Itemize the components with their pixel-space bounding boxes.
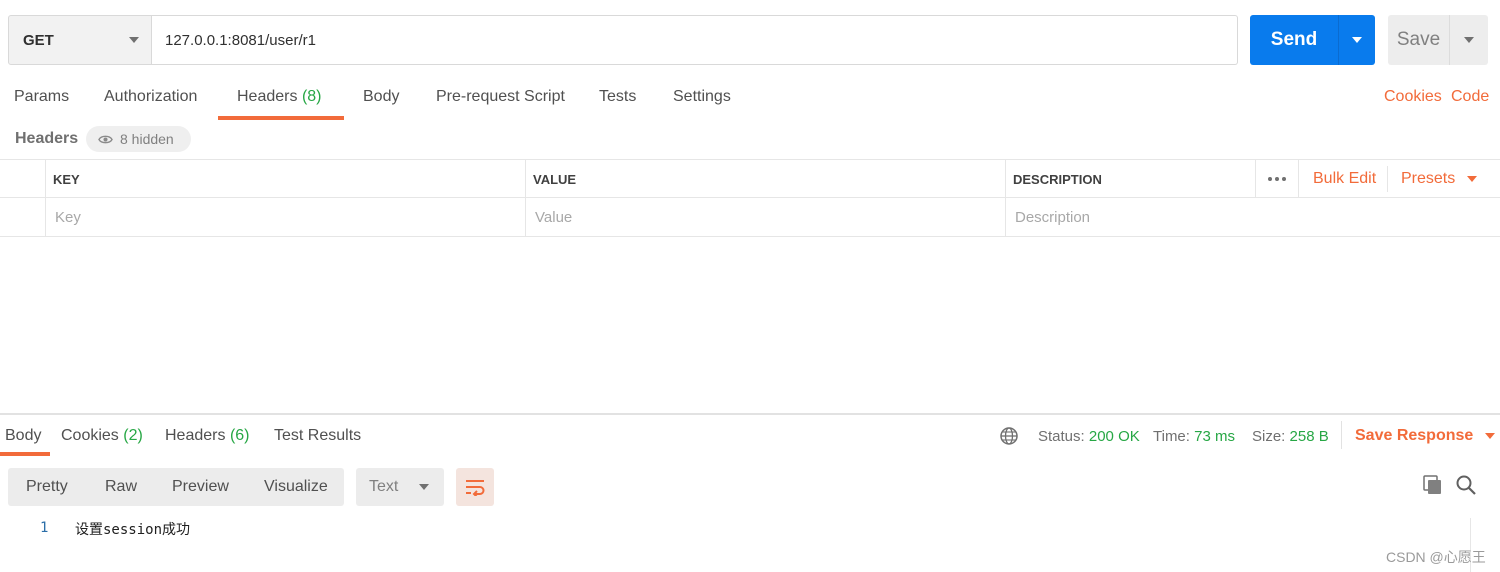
- tab-test-results[interactable]: Test Results: [274, 427, 361, 445]
- description-cell: [1005, 198, 1500, 236]
- wrap-lines-icon[interactable]: [456, 468, 494, 506]
- request-url-bar: GET: [8, 15, 1238, 65]
- table-header-row: KEY VALUE DESCRIPTION Bulk Edit Presets: [0, 159, 1500, 198]
- tab-pre-request-script[interactable]: Pre-request Script: [436, 88, 565, 106]
- tab-settings[interactable]: Settings: [673, 88, 731, 106]
- presets-label: Presets: [1401, 170, 1456, 187]
- line-number: 1: [40, 520, 49, 536]
- language-label: Text: [369, 478, 399, 495]
- url-input[interactable]: [152, 15, 1238, 65]
- tab-label: Body: [5, 427, 42, 444]
- value-input[interactable]: [533, 208, 1006, 226]
- key-input[interactable]: [53, 208, 526, 226]
- active-tab-indicator: [0, 452, 50, 456]
- value-cell: [525, 198, 1006, 236]
- save-button[interactable]: Save: [1388, 15, 1449, 65]
- chevron-down-icon: [129, 37, 139, 43]
- status-label: Status:: [1038, 428, 1085, 445]
- tab-label: Body: [363, 88, 400, 105]
- format-pretty[interactable]: Pretty: [8, 468, 88, 506]
- hidden-headers-toggle[interactable]: 8 hidden: [86, 126, 191, 152]
- column-header-key: KEY: [45, 160, 526, 198]
- request-tabs: Params Authorization Headers (8) Body Pr…: [0, 78, 1500, 120]
- send-options-button[interactable]: [1338, 15, 1375, 65]
- bulk-edit-button[interactable]: Bulk Edit: [1313, 170, 1376, 188]
- divider: [1341, 421, 1342, 449]
- chevron-down-icon: [1352, 37, 1362, 43]
- response-tabs: Body Cookies (2) Headers (6) Test Result…: [0, 415, 1500, 457]
- code-link[interactable]: Code: [1451, 88, 1489, 106]
- tab-response-headers[interactable]: Headers (6): [165, 427, 250, 445]
- format-preview[interactable]: Preview: [152, 468, 244, 506]
- method-label: GET: [23, 31, 54, 49]
- chevron-down-icon: [419, 484, 429, 490]
- cookies-link[interactable]: Cookies: [1384, 88, 1442, 106]
- tab-label: Settings: [673, 88, 731, 105]
- size-value: 258 B: [1289, 428, 1329, 445]
- tab-count: (2): [123, 427, 143, 444]
- format-raw[interactable]: Raw: [88, 468, 152, 506]
- more-icon[interactable]: [1255, 160, 1299, 198]
- language-select[interactable]: Text: [356, 468, 444, 506]
- column-header-value: VALUE: [525, 160, 1006, 198]
- tab-headers[interactable]: Headers (8): [237, 88, 322, 106]
- save-button-group: Save: [1388, 15, 1488, 65]
- save-response-label: Save Response: [1355, 427, 1474, 444]
- watermark: CSDN @心愿王: [1386, 549, 1486, 565]
- eye-icon: [98, 134, 113, 145]
- response-status: Status: 200 OK: [1038, 428, 1140, 445]
- hidden-headers-count: 8 hidden: [120, 131, 174, 147]
- response-body-line: 设置session成功: [75, 522, 191, 538]
- format-mode-tabs: Pretty Raw Preview Visualize: [8, 468, 344, 506]
- method-select[interactable]: GET: [8, 15, 152, 65]
- response-size: Size: 258 B: [1252, 428, 1329, 445]
- headers-table: KEY VALUE DESCRIPTION Bulk Edit Presets: [0, 159, 1500, 237]
- tab-tests[interactable]: Tests: [599, 88, 636, 106]
- chevron-down-icon: [1464, 37, 1474, 43]
- save-response-button[interactable]: Save Response: [1355, 427, 1496, 445]
- search-icon[interactable]: [1455, 474, 1477, 496]
- divider: [1387, 166, 1388, 192]
- tab-label: Params: [14, 88, 70, 105]
- active-tab-indicator: [218, 116, 344, 120]
- presets-dropdown[interactable]: Presets: [1401, 170, 1478, 188]
- save-options-button[interactable]: [1449, 15, 1488, 65]
- globe-icon[interactable]: [999, 426, 1019, 446]
- tab-authorization[interactable]: Authorization: [104, 88, 197, 106]
- status-value: 200 OK: [1088, 428, 1140, 445]
- copy-icon[interactable]: [1422, 474, 1444, 496]
- tab-response-cookies[interactable]: Cookies (2): [61, 427, 143, 445]
- table-row: [0, 198, 1500, 237]
- tab-params[interactable]: Params: [14, 88, 69, 106]
- tab-label: Tests: [599, 88, 637, 105]
- format-visualize[interactable]: Visualize: [244, 468, 344, 506]
- send-button-group: Send: [1250, 15, 1375, 65]
- tab-count: (6): [229, 427, 250, 444]
- size-label: Size:: [1252, 428, 1286, 445]
- send-button[interactable]: Send: [1250, 15, 1338, 65]
- headers-section-title: Headers: [15, 130, 79, 147]
- tab-label: Headers: [165, 427, 226, 444]
- tab-response-body[interactable]: Body: [5, 427, 41, 445]
- chevron-down-icon: [1467, 176, 1478, 182]
- tab-label: Headers: [237, 88, 298, 105]
- tab-body[interactable]: Body: [363, 88, 399, 106]
- tab-label: Test Results: [274, 427, 362, 444]
- time-value: 73 ms: [1194, 428, 1235, 445]
- tab-label: Pre-request Script: [436, 88, 565, 105]
- description-input[interactable]: [1013, 208, 1500, 226]
- tab-label: Authorization: [104, 88, 198, 105]
- response-time: Time: 73 ms: [1153, 428, 1235, 445]
- column-header-description: DESCRIPTION: [1005, 160, 1255, 198]
- tab-label: Cookies: [61, 427, 119, 444]
- tab-count: (8): [301, 88, 322, 105]
- time-label: Time:: [1153, 428, 1190, 445]
- key-cell: [45, 198, 526, 236]
- chevron-down-icon: [1485, 433, 1496, 439]
